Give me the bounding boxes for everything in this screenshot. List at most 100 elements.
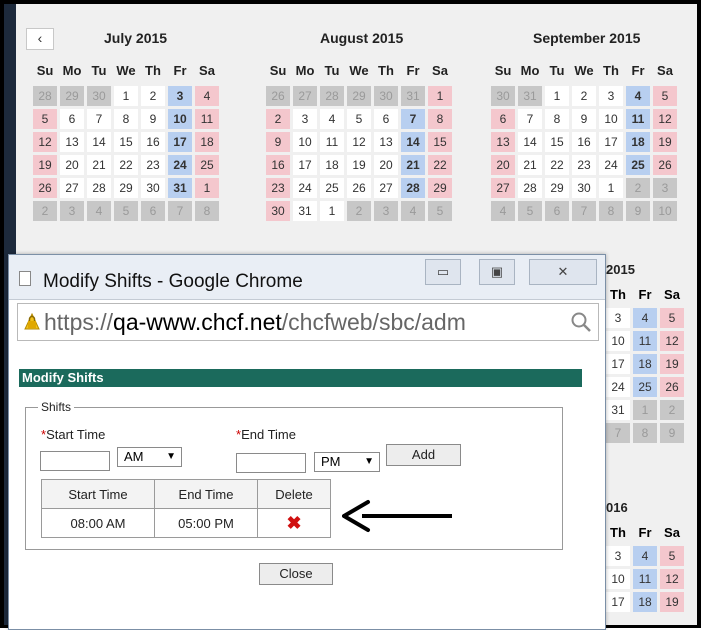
calendar-day[interactable]: 16 (141, 132, 165, 152)
calendar-day[interactable]: 25 (633, 377, 657, 397)
calendar-day[interactable]: 5 (33, 109, 57, 129)
calendar-day[interactable]: 31 (606, 400, 630, 420)
calendar-day[interactable]: 20 (491, 155, 515, 175)
add-button[interactable]: Add (386, 444, 461, 466)
calendar-day[interactable]: 31 (168, 178, 192, 198)
calendar-day[interactable]: 18 (633, 592, 657, 612)
calendar-day[interactable]: 2 (572, 86, 596, 106)
calendar-day[interactable]: 22 (114, 155, 138, 175)
calendar-day[interactable]: 22 (545, 155, 569, 175)
calendar-day[interactable]: 3 (606, 546, 630, 566)
calendar-day[interactable]: 17 (168, 132, 192, 152)
calendar-day[interactable]: 1 (320, 201, 344, 221)
calendar-day[interactable]: 12 (660, 331, 684, 351)
calendar-day[interactable]: 3 (293, 109, 317, 129)
calendar-day[interactable]: 19 (347, 155, 371, 175)
calendar-day[interactable]: 12 (33, 132, 57, 152)
calendar-day[interactable]: 5 (653, 86, 677, 106)
calendar-day[interactable]: 30 (266, 201, 290, 221)
calendar-day[interactable]: 26 (660, 377, 684, 397)
close-window-button[interactable]: ✕ (529, 259, 597, 285)
end-time-input[interactable] (236, 453, 306, 473)
calendar-day[interactable]: 15 (114, 132, 138, 152)
calendar-day[interactable]: 14 (401, 132, 425, 152)
calendar-day[interactable]: 11 (195, 109, 219, 129)
end-ampm-select[interactable]: PM ▼ (314, 452, 380, 472)
calendar-day[interactable]: 23 (572, 155, 596, 175)
calendar-day[interactable]: 16 (572, 132, 596, 152)
calendar-day[interactable]: 7 (401, 109, 425, 129)
calendar-day[interactable]: 16 (266, 155, 290, 175)
calendar-day[interactable]: 4 (626, 86, 650, 106)
calendar-day[interactable]: 5 (660, 308, 684, 328)
calendar-day[interactable]: 4 (633, 308, 657, 328)
calendar-day[interactable]: 22 (428, 155, 452, 175)
calendar-day[interactable]: 14 (87, 132, 111, 152)
calendar-day[interactable]: 29 (545, 178, 569, 198)
calendar-day[interactable]: 13 (491, 132, 515, 152)
calendar-day[interactable]: 8 (114, 109, 138, 129)
calendar-day[interactable]: 26 (653, 155, 677, 175)
calendar-day[interactable]: 6 (374, 109, 398, 129)
calendar-day[interactable]: 12 (653, 109, 677, 129)
calendar-day[interactable]: 24 (168, 155, 192, 175)
calendar-day[interactable]: 5 (347, 109, 371, 129)
calendar-day[interactable]: 8 (545, 109, 569, 129)
calendar-day[interactable]: 21 (87, 155, 111, 175)
calendar-day[interactable]: 26 (33, 178, 57, 198)
calendar-day[interactable]: 30 (572, 178, 596, 198)
calendar-day[interactable]: 18 (626, 132, 650, 152)
calendar-day[interactable]: 3 (599, 86, 623, 106)
calendar-day[interactable]: 24 (599, 155, 623, 175)
calendar-day[interactable]: 18 (320, 155, 344, 175)
calendar-day[interactable]: 6 (60, 109, 84, 129)
calendar-day[interactable]: 28 (87, 178, 111, 198)
calendar-day[interactable]: 2 (266, 109, 290, 129)
calendar-day[interactable]: 19 (660, 354, 684, 374)
calendar-day[interactable]: 24 (606, 377, 630, 397)
calendar-day[interactable]: 6 (491, 109, 515, 129)
calendar-day[interactable]: 7 (87, 109, 111, 129)
window-titlebar[interactable]: Modify Shifts - Google Chrome ▭ ▣ ✕ (9, 255, 605, 300)
calendar-day[interactable]: 21 (401, 155, 425, 175)
calendar-day[interactable]: 13 (374, 132, 398, 152)
calendar-day[interactable]: 1 (195, 178, 219, 198)
calendar-day[interactable]: 17 (293, 155, 317, 175)
calendar-day[interactable]: 1 (545, 86, 569, 106)
calendar-day[interactable]: 31 (293, 201, 317, 221)
calendar-day[interactable]: 20 (60, 155, 84, 175)
calendar-day[interactable]: 29 (114, 178, 138, 198)
calendar-day[interactable]: 18 (195, 132, 219, 152)
calendar-day[interactable]: 2 (141, 86, 165, 106)
calendar-day[interactable]: 19 (660, 592, 684, 612)
calendar-day[interactable]: 9 (141, 109, 165, 129)
calendar-day[interactable]: 9 (266, 132, 290, 152)
calendar-day[interactable]: 27 (60, 178, 84, 198)
start-time-input[interactable] (40, 451, 110, 471)
calendar-day[interactable]: 7 (518, 109, 542, 129)
calendar-day[interactable]: 17 (606, 354, 630, 374)
calendar-day[interactable]: 10 (606, 569, 630, 589)
calendar-day[interactable]: 4 (320, 109, 344, 129)
close-button[interactable]: Close (259, 563, 333, 585)
calendar-day[interactable]: 17 (606, 592, 630, 612)
calendar-day[interactable]: 17 (599, 132, 623, 152)
start-ampm-select[interactable]: AM ▼ (117, 447, 182, 467)
calendar-day[interactable]: 5 (660, 546, 684, 566)
calendar-day[interactable]: 14 (518, 132, 542, 152)
calendar-day[interactable]: 10 (606, 331, 630, 351)
delete-icon[interactable]: ✖ (286, 513, 301, 533)
calendar-day[interactable]: 19 (653, 132, 677, 152)
calendar-day[interactable]: 28 (518, 178, 542, 198)
calendar-day[interactable]: 4 (195, 86, 219, 106)
calendar-day[interactable]: 1 (114, 86, 138, 106)
calendar-day[interactable]: 9 (572, 109, 596, 129)
calendar-day[interactable]: 25 (626, 155, 650, 175)
address-bar[interactable]: https://qa-www.chcf.net/chcfweb/sbc/adm (17, 303, 599, 341)
calendar-day[interactable]: 15 (428, 132, 452, 152)
calendar-day[interactable]: 27 (491, 178, 515, 198)
calendar-day[interactable]: 10 (599, 109, 623, 129)
calendar-day[interactable]: 11 (633, 569, 657, 589)
calendar-day[interactable]: 23 (141, 155, 165, 175)
calendar-day[interactable]: 12 (660, 569, 684, 589)
